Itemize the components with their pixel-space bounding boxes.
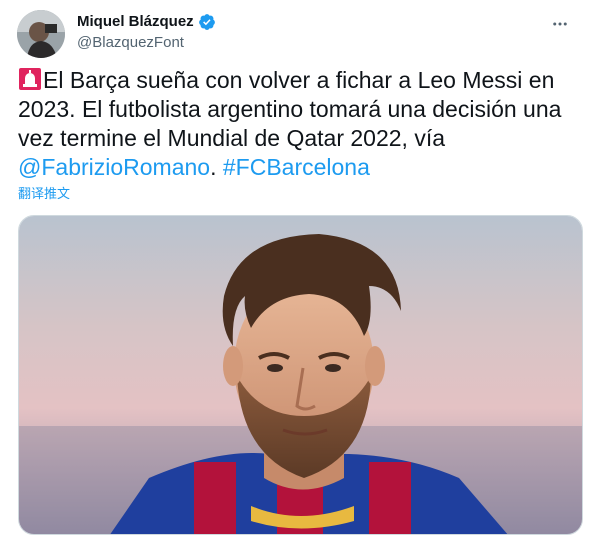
avatar-image xyxy=(17,10,65,58)
tweet-header: Miquel Blázquez @BlazquezFont xyxy=(15,10,574,58)
user-handle[interactable]: @BlazquezFont xyxy=(77,33,216,53)
tweet-text: El Barça sueña con volver a fichar a Leo… xyxy=(18,66,578,182)
mention-link[interactable]: @FabrizioRomano xyxy=(18,154,210,180)
tweet-card: Miquel Blázquez @BlazquezFont El Barça s… xyxy=(0,0,589,543)
verified-badge-icon xyxy=(198,13,216,31)
tweet-body-text: El Barça sueña con volver a fichar a Leo… xyxy=(18,67,562,151)
display-name-row: Miquel Blázquez xyxy=(77,12,216,32)
rotating-light-emoji xyxy=(18,67,42,91)
user-info: Miquel Blázquez @BlazquezFont xyxy=(77,12,216,53)
display-name[interactable]: Miquel Blázquez xyxy=(77,12,194,32)
user-avatar[interactable] xyxy=(17,10,65,58)
hashtag-link[interactable]: #FCBarcelona xyxy=(223,154,370,180)
more-options-button[interactable] xyxy=(548,12,572,36)
more-horizontal-icon xyxy=(553,22,567,26)
tweet-separator: . xyxy=(210,154,223,180)
translate-tweet-link[interactable]: 翻译推文 xyxy=(18,185,70,203)
tweet-media-image[interactable] xyxy=(18,215,583,535)
photo-player-portrait xyxy=(19,216,582,534)
